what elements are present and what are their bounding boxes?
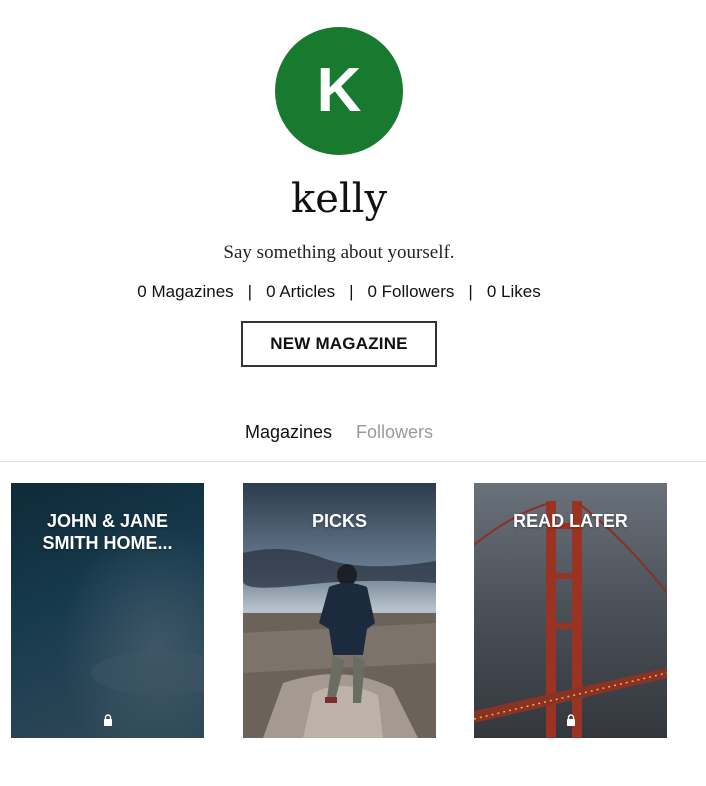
- stat-magazines[interactable]: 0 Magazines: [137, 282, 233, 302]
- magazine-card[interactable]: JOHN & JANE SMITH HOME...: [11, 483, 204, 738]
- avatar[interactable]: K: [275, 27, 403, 155]
- lock-icon: [566, 714, 575, 726]
- new-magazine-button[interactable]: NEW MAGAZINE: [241, 321, 437, 367]
- stat-separator: |: [468, 282, 473, 301]
- profile-bio[interactable]: Say something about yourself.: [0, 242, 678, 264]
- magazine-card[interactable]: READ LATER: [474, 483, 667, 738]
- magazine-title: READ LATER: [513, 511, 628, 531]
- profile-tabs: Magazines Followers: [0, 422, 678, 443]
- stat-articles[interactable]: 0 Articles: [266, 282, 335, 302]
- profile-stats: 0 Magazines | 0 Articles | 0 Followers |…: [0, 282, 678, 302]
- stat-separator: |: [349, 282, 354, 301]
- tab-magazines[interactable]: Magazines: [245, 422, 332, 443]
- tab-followers[interactable]: Followers: [356, 422, 433, 443]
- lock-icon: [103, 714, 112, 726]
- stat-likes[interactable]: 0 Likes: [487, 282, 541, 302]
- stat-separator: |: [247, 282, 253, 301]
- avatar-initial: K: [316, 56, 362, 125]
- tabs-divider: [0, 461, 706, 462]
- magazine-title: PICKS: [311, 511, 367, 531]
- magazine-card[interactable]: PICKS: [243, 483, 436, 738]
- profile-username: kelly: [290, 176, 388, 222]
- magazine-title: JOHN & JANE SMITH HOME...: [42, 511, 173, 553]
- stat-followers[interactable]: 0 Followers: [368, 282, 455, 302]
